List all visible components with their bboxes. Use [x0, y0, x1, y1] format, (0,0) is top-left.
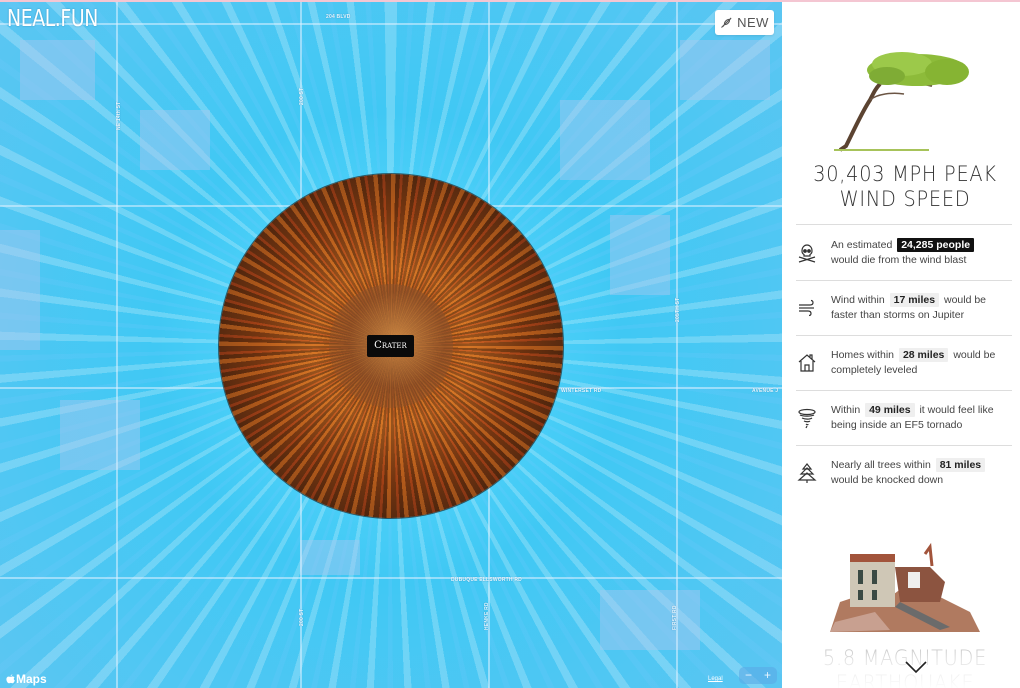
fact-item-homes: Homes within 28 miles would be completel…: [796, 336, 1012, 390]
new-simulation-button[interactable]: NEW: [715, 10, 774, 35]
fact-highlight: 24,285 people: [897, 237, 975, 252]
crater-label: Crater: [367, 335, 414, 357]
map-field: [140, 110, 210, 170]
chevron-down-icon[interactable]: [904, 660, 928, 674]
road-label: DUBUQUE ELLSWORTH RD: [451, 577, 522, 583]
fact-text-after: would be knocked down: [831, 474, 944, 486]
fact-item-trees: Nearly all trees within 81 miles would b…: [796, 446, 1012, 500]
road-label: 200 ST: [299, 87, 305, 105]
results-sidebar[interactable]: 30,403 MPH PEAK WIND SPEED An estimated …: [782, 2, 1020, 688]
fact-text: Within 49 miles it would feel like being…: [831, 402, 1012, 434]
map-field: [300, 540, 360, 575]
fact-text-after: would die from the wind blast: [831, 254, 967, 266]
road-label: 204 BLVD: [326, 14, 351, 20]
new-button-label: NEW: [737, 15, 769, 30]
apple-maps-attribution: Maps: [6, 672, 47, 686]
fact-text: Homes within 28 miles would be completel…: [831, 347, 1012, 379]
road-label: HENKE RD: [484, 602, 490, 630]
collapsed-building-image: [830, 542, 980, 632]
map-field: [600, 590, 700, 650]
fact-item-tornado: Within 49 miles it would feel like being…: [796, 391, 1012, 445]
zoom-in-button[interactable]: +: [758, 667, 777, 684]
road-label: WINTERSET RD: [561, 388, 602, 394]
road-label: NE 14th ST: [116, 101, 122, 130]
rocket-icon: [721, 17, 732, 28]
wind-icon: [799, 299, 814, 317]
fact-highlight: 49 miles: [865, 402, 915, 417]
legal-link[interactable]: Legal: [708, 676, 723, 682]
bent-tree-image: [834, 52, 969, 152]
road-label: 200 ST: [299, 608, 305, 626]
map-road: [676, 0, 678, 688]
wind-speed-title: 30,403 MPH PEAK WIND SPEED: [792, 162, 1018, 212]
site-logo[interactable]: NEAL.FUN: [7, 6, 98, 32]
road-label: FIRST RD: [672, 605, 678, 630]
map-field: [20, 40, 95, 100]
fact-highlight: 17 miles: [889, 292, 940, 307]
road-label: AVENUE J: [752, 388, 779, 394]
bottom-fade-overlay: [782, 642, 1020, 688]
skull-crossbones-icon: [798, 244, 816, 263]
map-zoom-controls: − +: [739, 667, 777, 684]
fact-text: Wind within 17 miles would be faster tha…: [831, 292, 1012, 324]
map-field: [0, 230, 40, 350]
fact-text: Nearly all trees within 81 miles would b…: [831, 457, 987, 489]
apple-logo-icon: [6, 674, 15, 683]
road-label: 205TH ST: [675, 297, 681, 322]
fact-item-jupiter-wind: Wind within 17 miles would be faster tha…: [796, 281, 1012, 335]
fact-highlight: 28 miles: [898, 347, 949, 362]
map-field: [610, 215, 670, 295]
tornado-icon: [798, 408, 816, 429]
fact-text-before: Wind within: [831, 293, 888, 306]
blast-map[interactable]: 204 BLVD NE 14th ST 200 ST 205TH ST WINT…: [0, 0, 782, 688]
fact-highlight: 81 miles: [935, 457, 986, 472]
map-field: [560, 100, 650, 180]
fact-text-before: Within: [831, 403, 864, 416]
map-field: [60, 400, 140, 470]
divider: [796, 224, 1012, 225]
map-field: [680, 40, 770, 100]
zoom-out-button[interactable]: −: [739, 667, 758, 684]
fact-text-before: Homes within: [831, 348, 897, 361]
wind-title-line1: 30,403 MPH PEAK: [813, 162, 997, 186]
fact-text: An estimated 24,285 people would die fro…: [831, 237, 976, 269]
fact-text-before: An estimated: [831, 238, 896, 251]
fact-text-before: Nearly all trees within: [831, 458, 934, 471]
fact-item-deaths: An estimated 24,285 people would die fro…: [796, 226, 1012, 280]
pine-tree-icon: [797, 463, 817, 483]
top-accent-bar: [0, 0, 1020, 2]
wind-title-line2: WIND SPEED: [839, 187, 971, 211]
maps-wordmark: Maps: [16, 672, 47, 686]
house-icon: [798, 354, 816, 372]
